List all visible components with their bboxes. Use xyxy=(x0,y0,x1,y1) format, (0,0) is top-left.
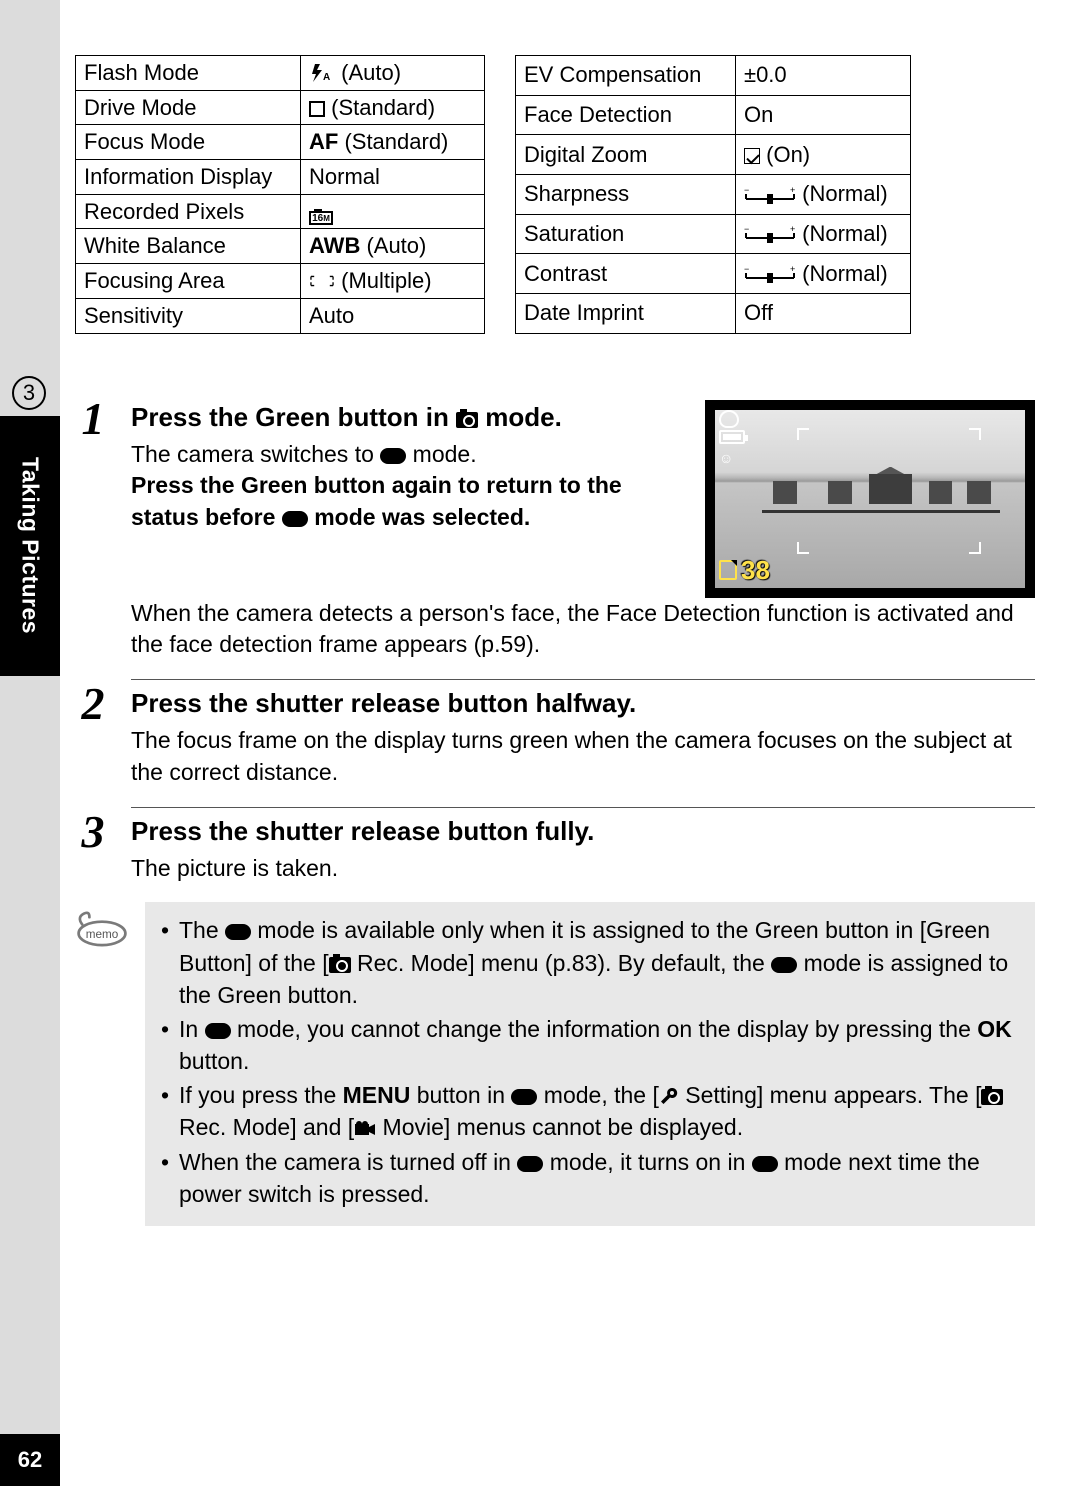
table-row: EV Compensation±0.0 xyxy=(516,56,911,96)
svg-text:memo: memo xyxy=(86,928,119,941)
settings-table-right: EV Compensation±0.0 Face DetectionOn Dig… xyxy=(515,55,911,334)
step-3-body: The picture is taken. xyxy=(131,853,1035,885)
camera-mode-icon xyxy=(981,1089,1003,1105)
svg-text:A: A xyxy=(323,72,330,83)
memo-body: The mode is available only when it is as… xyxy=(145,902,1035,1226)
slider-normal-icon: −+ xyxy=(744,226,796,244)
chapter-number-badge: 3 xyxy=(12,376,46,410)
green-mode-icon xyxy=(225,924,251,940)
settings-tables: Flash ModeA (Auto) Drive Mode (Standard)… xyxy=(75,55,1035,334)
slider-normal-icon: −+ xyxy=(744,187,796,205)
page-number: 62 xyxy=(0,1434,60,1486)
table-row: Date ImprintOff xyxy=(516,293,911,333)
table-row: Sharpness−+ (Normal) xyxy=(516,174,911,214)
camera-mode-icon xyxy=(456,412,478,428)
step-3: 3 Press the shutter release button fully… xyxy=(75,807,1035,885)
green-mode-icon xyxy=(380,448,406,464)
step-number: 1 xyxy=(75,394,111,661)
step-2-body: The focus frame on the display turns gre… xyxy=(131,725,1035,788)
table-row: Digital Zoom (On) xyxy=(516,135,911,175)
svg-text:+: + xyxy=(790,226,795,234)
step-number: 3 xyxy=(75,807,111,885)
step-1-body-cont: When the camera detects a person's face,… xyxy=(131,598,1035,661)
lcd-green-mode-icon xyxy=(719,410,739,428)
multi-af-icon xyxy=(309,271,335,291)
movie-icon xyxy=(354,1120,376,1138)
step-2-title: Press the shutter release button halfway… xyxy=(131,686,1035,721)
slider-normal-icon: −+ xyxy=(744,266,796,284)
focus-bracket-icon xyxy=(969,428,981,440)
focus-bracket-icon xyxy=(969,542,981,554)
table-row: Information DisplayNormal xyxy=(76,160,485,195)
flash-auto-icon: A xyxy=(309,63,335,83)
page-gutter xyxy=(0,0,60,1486)
green-mode-icon xyxy=(752,1156,778,1172)
green-mode-icon xyxy=(517,1156,543,1172)
table-row: Drive Mode (Standard) xyxy=(76,90,485,125)
table-row: Focus ModeAF (Standard) xyxy=(76,125,485,160)
page-content: Flash ModeA (Auto) Drive Mode (Standard)… xyxy=(75,55,1035,1226)
lcd-battery-icon xyxy=(719,430,745,444)
svg-text:+: + xyxy=(790,266,795,274)
svg-text:−: − xyxy=(744,187,749,195)
green-mode-icon xyxy=(282,511,308,527)
lcd-preview: ☺ 38 xyxy=(705,400,1035,598)
sd-card-icon xyxy=(719,560,737,580)
table-row: SensitivityAuto xyxy=(76,298,485,333)
lcd-face-detect-icon: ☺ xyxy=(719,450,733,466)
memo-block: memo The mode is available only when it … xyxy=(75,902,1035,1226)
memo-item: When the camera is turned off in mode, i… xyxy=(159,1146,1021,1210)
wrench-icon xyxy=(659,1086,679,1106)
table-row: Saturation−+ (Normal) xyxy=(516,214,911,254)
memo-item: In mode, you cannot change the informati… xyxy=(159,1013,1021,1077)
svg-text:−: − xyxy=(744,226,749,234)
settings-table-left: Flash ModeA (Auto) Drive Mode (Standard)… xyxy=(75,55,485,334)
step-3-title: Press the shutter release button fully. xyxy=(131,814,1035,849)
memo-item: If you press the MENU button in mode, th… xyxy=(159,1079,1021,1143)
focus-bracket-icon xyxy=(797,542,809,554)
camera-mode-icon xyxy=(329,957,351,973)
manual-page: 3 Taking Pictures 62 Flash ModeA (Auto) … xyxy=(0,0,1080,1486)
lcd-shot-count: 38 xyxy=(719,555,770,586)
svg-text:+: + xyxy=(790,187,795,195)
table-row: Focusing Area (Multiple) xyxy=(76,264,485,299)
step-1-body: The camera switches to mode. Press the G… xyxy=(131,439,685,534)
svg-text:−: − xyxy=(744,266,749,274)
step-1: 1 Press the Green button in mode. The ca… xyxy=(75,394,1035,661)
step-1-title: Press the Green button in mode. xyxy=(131,400,685,435)
memo-item: The mode is available only when it is as… xyxy=(159,914,1021,1011)
section-tab-label: Taking Pictures xyxy=(0,416,60,676)
checkbox-on-icon xyxy=(744,148,760,164)
green-mode-icon xyxy=(771,957,797,973)
table-row: Face DetectionOn xyxy=(516,95,911,135)
step-number: 2 xyxy=(75,679,111,789)
table-row: Recorded Pixels16M xyxy=(76,194,485,229)
standard-drive-icon xyxy=(309,101,325,117)
table-row: Contrast−+ (Normal) xyxy=(516,254,911,294)
memo-icon: memo xyxy=(75,902,131,1226)
16m-icon: 16M xyxy=(309,211,333,225)
green-mode-icon xyxy=(511,1089,537,1105)
green-mode-icon xyxy=(205,1023,231,1039)
step-2: 2 Press the shutter release button halfw… xyxy=(75,679,1035,789)
table-row: White BalanceAWB (Auto) xyxy=(76,229,485,264)
table-row: Flash ModeA (Auto) xyxy=(76,56,485,91)
focus-bracket-icon xyxy=(797,428,809,440)
